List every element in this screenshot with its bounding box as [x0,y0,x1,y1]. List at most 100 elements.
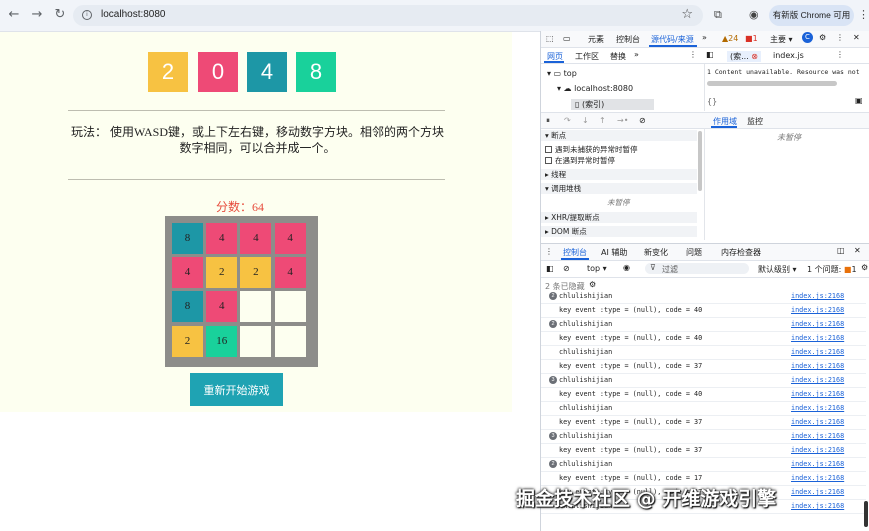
threads-header[interactable]: ▸ 线程 [541,169,697,180]
log-source-link[interactable]: index.js:2168 [791,317,844,331]
log-message: chlulishijian [559,404,613,412]
back-icon[interactable]: ← [6,7,22,23]
board-cell [240,325,272,357]
log-source-link[interactable]: index.js:2168 [791,359,844,373]
console-sidebar-icon[interactable]: ◧ [546,264,554,273]
nav-tab-workspace[interactable]: 工作区 [575,51,599,62]
log-source-link[interactable]: index.js:2168 [791,471,844,485]
log-source-link[interactable]: index.js:2168 [791,499,844,513]
checkbox[interactable] [545,157,552,164]
tab-watch[interactable]: 监控 [747,116,763,127]
board-cell: 4 [274,257,306,289]
theme-select[interactable]: 主要 ▾ [770,34,793,45]
tab-console[interactable]: 控制台 [616,34,640,45]
pause-icon[interactable]: ⏸ [546,116,550,126]
coverage-icon[interactable]: ▣ [855,96,863,105]
bp-option-caught[interactable]: 在遇到异常时暂停 [545,155,615,166]
bp-option-uncaught[interactable]: 遇到未捕获的异常时暂停 [545,144,638,155]
tree-item-top[interactable]: ▾ ▭ top [547,69,577,78]
close-devtools-icon[interactable]: ✕ [853,33,860,42]
bookmark-star-icon[interactable]: ☆ [681,7,693,22]
tree-item-index[interactable]: ▯ (索引) [571,99,655,110]
site-info-icon[interactable]: i [82,10,92,20]
sidebar-scrollbar[interactable] [698,131,702,191]
warnings-count[interactable]: ▲24 [722,34,738,43]
console-gear-icon[interactable]: ⚙ [589,280,596,289]
log-source-link[interactable]: index.js:2168 [791,387,844,401]
tree-top-label: top [563,69,577,78]
toggle-sidebar-icon[interactable]: ◧ [706,50,714,59]
dock-drawer-icon[interactable]: ◫ [837,246,845,255]
more-tabs-icon[interactable]: » [702,33,707,42]
tree-item-host[interactable]: ▾ ☁ localhost:8080 [557,84,633,93]
restart-button[interactable]: 重新开始游戏 [190,373,283,406]
log-source-link[interactable]: index.js:2168 [791,373,844,387]
game-board[interactable]: 8 4 4 4 4 2 2 4 8 4 2 16 [165,216,318,367]
step-over-icon[interactable]: ↷ [564,116,571,125]
drawer-tab-whatsnew[interactable]: 新变化 [644,247,668,258]
checkbox[interactable] [545,146,552,153]
xhr-breakpoints-header[interactable]: ▸ XHR/提取断点 [541,212,697,223]
console-settings-icon[interactable]: ⚙ [861,263,868,272]
log-source-link[interactable]: index.js:2168 [791,443,844,457]
log-source-link[interactable]: index.js:2168 [791,345,844,359]
drawer-tab-memory[interactable]: 内存检查器 [721,247,761,258]
chrome-menu-icon[interactable]: ⋮ [858,8,869,21]
log-source-link[interactable]: index.js:2168 [791,415,844,429]
file-tab-index-html[interactable]: (索... ⊗ [727,51,761,62]
file-tab-index-js[interactable]: index.js [773,51,804,60]
close-drawer-icon[interactable]: ✕ [854,246,861,255]
editor-menu-icon[interactable]: ⋮ [836,50,844,59]
close-file-tab-icon[interactable]: ⊗ [751,52,758,61]
log-source-link[interactable]: index.js:2168 [791,457,844,471]
drawer-tab-console[interactable]: 控制台 [563,247,587,258]
device-toolbar-icon[interactable]: ▭ [563,34,571,43]
tab-elements[interactable]: 元素 [588,34,604,45]
tab-sources[interactable]: 源代码/来源 [651,34,694,45]
log-source-link[interactable]: index.js:2168 [791,291,844,303]
inspect-icon[interactable]: ⬚ [546,34,554,43]
breakpoints-header[interactable]: ▾ 断点 [541,130,697,141]
dom-breakpoints-header[interactable]: ▸ DOM 断点 [541,226,697,237]
settings-gear-icon[interactable]: ⚙ [819,33,826,42]
divider [68,179,445,180]
log-level-select[interactable]: 默认级别 ▾ [758,264,797,275]
drawer-tab-issues[interactable]: 问题 [686,247,702,258]
cast-icon[interactable]: ⧉ [714,8,722,22]
editor-scrollbar[interactable] [707,81,837,86]
step-out-icon[interactable]: ↑ [599,116,606,125]
more-options-icon[interactable]: ⋮ [836,33,844,42]
title-tile: 0 [198,52,238,92]
context-select[interactable]: top ▾ [587,264,607,273]
drawer-tab-ai[interactable]: AI 辅助 [601,247,627,258]
board-cell: 4 [274,223,306,254]
console-filter-input[interactable]: ⊽ 过滤 [645,263,749,274]
deactivate-breakpoints-icon[interactable]: ⊘ [639,116,646,125]
address-bar[interactable]: i localhost:8080 ☆ [73,5,703,26]
console-scrollbar[interactable] [864,501,868,527]
live-expression-icon[interactable]: ◉ [623,263,630,272]
nav-tab-overrides[interactable]: 替换 [610,51,626,62]
scope-tab-indicator [711,126,737,128]
log-source-link[interactable]: index.js:2168 [791,331,844,345]
forward-icon[interactable]: → [29,7,45,23]
profile-icon[interactable]: ◉ [749,8,759,21]
log-source-link[interactable]: index.js:2168 [791,485,844,499]
format-code-icon[interactable]: {} [707,97,717,106]
step-into-icon[interactable]: ↓ [582,116,589,125]
log-source-link[interactable]: index.js:2168 [791,401,844,415]
drawer-menu-icon[interactable]: ⋮ [545,247,553,256]
more-nav-icon[interactable]: » [634,50,639,59]
reload-icon[interactable]: ↻ [52,7,68,23]
issues-button[interactable]: 1 个问题: ■1 [807,264,857,275]
ai-assist-icon[interactable]: C [802,32,813,43]
errors-count[interactable]: ■1 [745,34,758,43]
chrome-update-button[interactable]: 有新版 Chrome 可用 [769,5,854,26]
callstack-header[interactable]: ▾ 调用堆栈 [541,183,697,194]
repeat-count-badge: 2 [549,292,557,300]
log-source-link[interactable]: index.js:2168 [791,303,844,317]
step-icon[interactable]: →• [617,116,628,125]
nav-menu-icon[interactable]: ⋮ [689,50,697,59]
clear-console-icon[interactable]: ⊘ [563,264,570,273]
log-source-link[interactable]: index.js:2168 [791,429,844,443]
